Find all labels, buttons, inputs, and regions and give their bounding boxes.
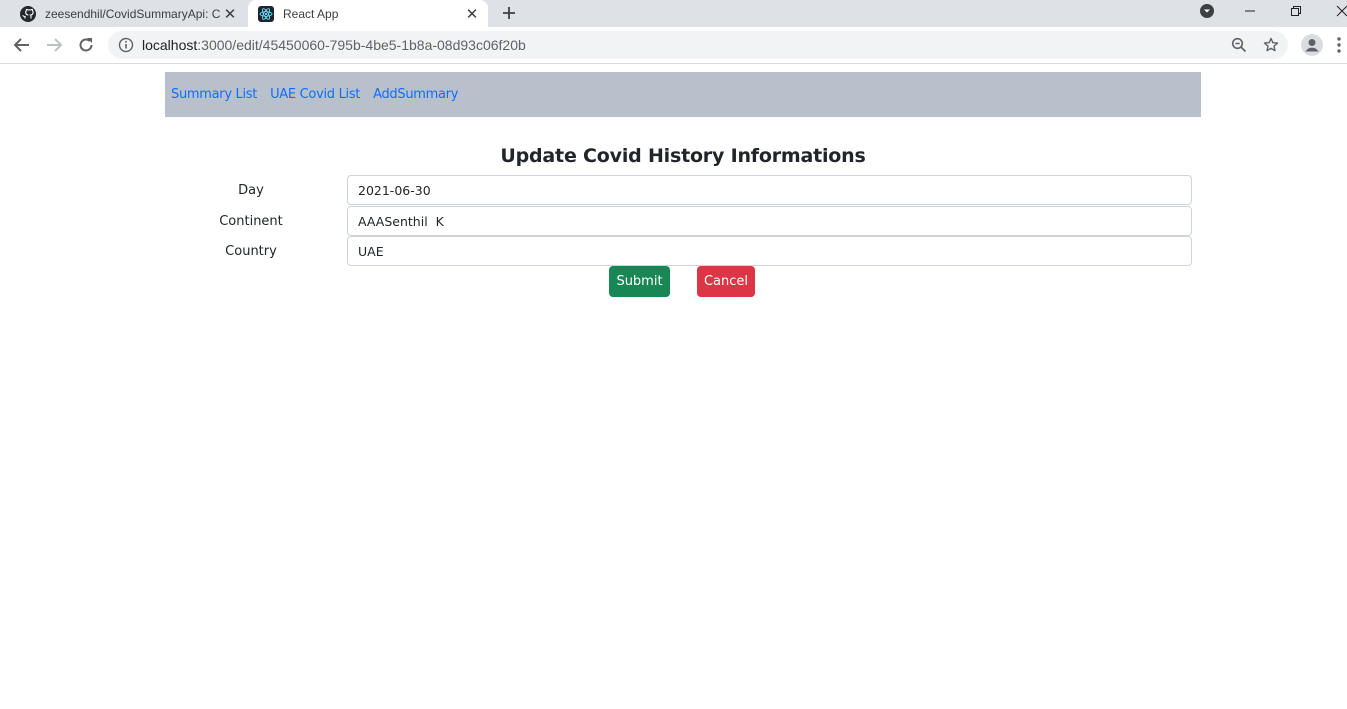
chevron-down-icon: [1200, 4, 1214, 18]
new-tab-button[interactable]: [498, 2, 520, 24]
nav-link-summary-list[interactable]: Summary List: [171, 87, 257, 102]
url-text: localhost:3000/edit/45450060-795b-4be5-1…: [142, 37, 526, 53]
close-icon: [1336, 5, 1347, 17]
day-label: Day: [238, 183, 264, 198]
close-tab-icon[interactable]: ✕: [462, 4, 482, 24]
url-host: localhost: [142, 37, 198, 53]
tab-title: React App: [283, 6, 339, 21]
restore-icon: [1291, 6, 1301, 16]
day-input[interactable]: [347, 175, 1192, 205]
zoom-icon: [1231, 37, 1247, 53]
minimize-icon: [1245, 10, 1255, 12]
react-icon: [258, 5, 274, 22]
cancel-button[interactable]: Cancel: [697, 266, 755, 297]
reload-icon: [79, 38, 93, 52]
arrow-right-icon: [47, 38, 63, 52]
url-path: :3000/edit/45450060-795b-4be5-1b8a-08d93…: [197, 37, 526, 53]
page-title: Update Covid History Informations: [500, 145, 866, 167]
profile-avatar-icon[interactable]: [1301, 34, 1323, 56]
restore-button[interactable]: [1276, 0, 1316, 22]
submit-button[interactable]: Submit: [609, 266, 670, 297]
plus-icon: [503, 7, 515, 19]
close-tab-icon[interactable]: ✕: [220, 4, 240, 24]
zoom-button[interactable]: [1230, 36, 1248, 54]
bookmark-button[interactable]: [1262, 36, 1280, 54]
browser-tab-strip: zeesendhil/CovidSummaryApi: Co ✕ React A…: [0, 0, 1347, 27]
browser-toolbar: localhost:3000/edit/45450060-795b-4be5-1…: [0, 27, 1347, 64]
more-menu-icon[interactable]: [1336, 36, 1342, 54]
browser-tab-react-app[interactable]: React App ✕: [248, 0, 488, 27]
browser-tab-github[interactable]: zeesendhil/CovidSummaryApi: Co ✕: [0, 0, 246, 27]
country-label: Country: [225, 244, 277, 259]
arrow-left-icon: [13, 38, 29, 52]
forward-button[interactable]: [42, 33, 66, 57]
close-window-button[interactable]: [1322, 0, 1347, 22]
github-icon: [20, 5, 36, 22]
tab-search-button[interactable]: [1187, 0, 1227, 22]
country-input[interactable]: [347, 236, 1192, 266]
minimize-button[interactable]: [1230, 0, 1270, 22]
continent-input[interactable]: [347, 206, 1192, 236]
app-navbar: Summary List UAE Covid List AddSummary: [165, 72, 1201, 117]
nav-link-add-summary[interactable]: AddSummary: [373, 87, 458, 102]
star-icon: [1263, 37, 1279, 52]
nav-link-uae-covid-list[interactable]: UAE Covid List: [270, 87, 360, 102]
reload-button[interactable]: [74, 33, 98, 57]
continent-label: Continent: [219, 214, 283, 229]
back-button[interactable]: [10, 33, 34, 57]
info-icon[interactable]: [118, 37, 134, 53]
tab-title: zeesendhil/CovidSummaryApi: Co: [45, 6, 220, 21]
address-bar[interactable]: localhost:3000/edit/45450060-795b-4be5-1…: [108, 31, 1288, 59]
